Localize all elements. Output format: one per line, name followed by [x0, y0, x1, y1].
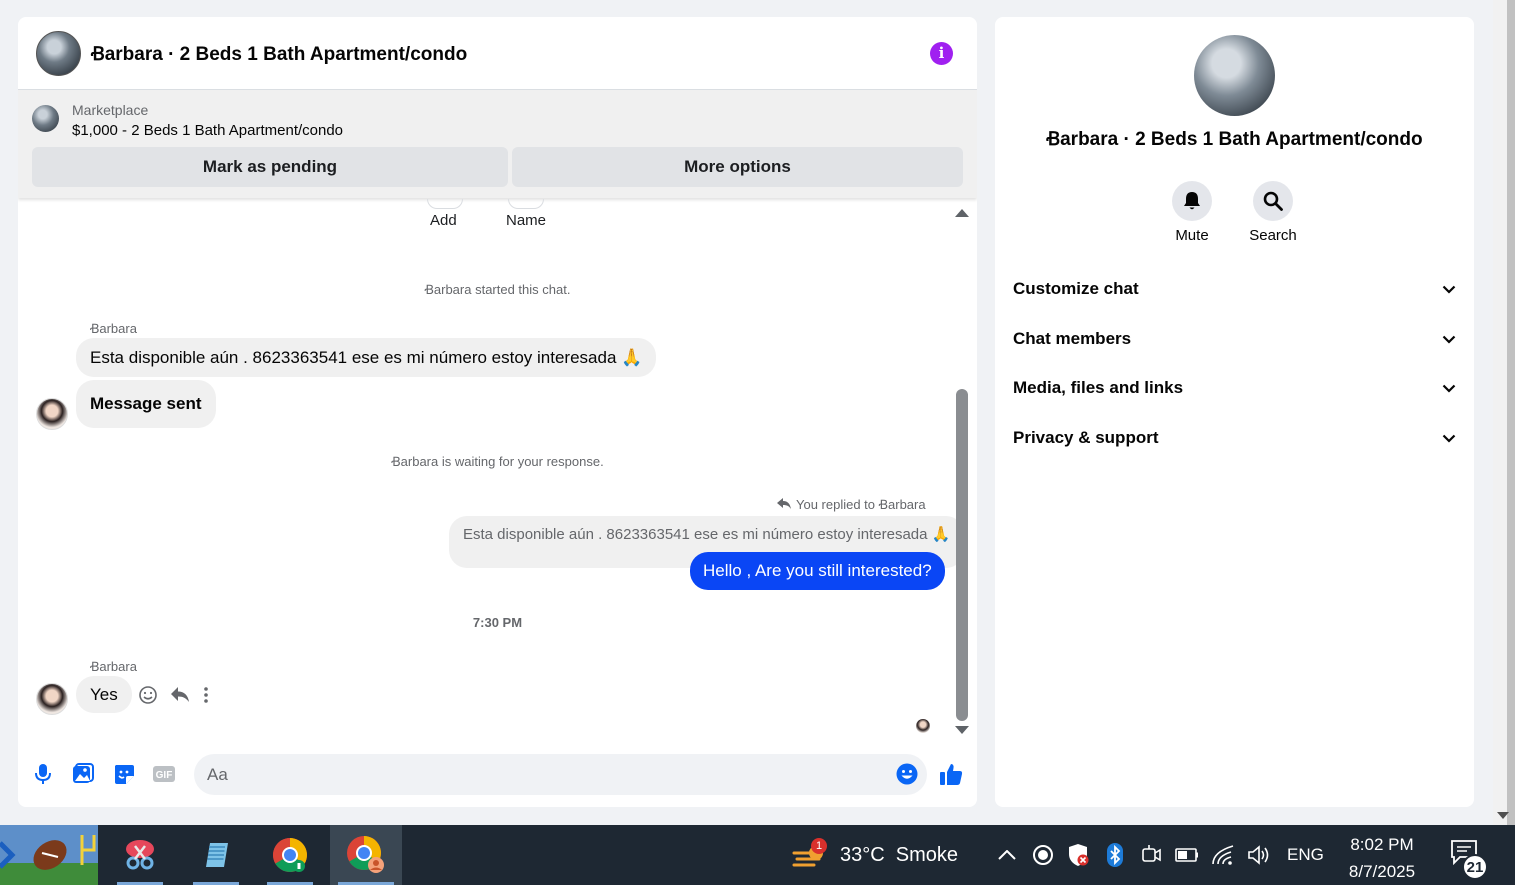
- chevron-down-icon: [1442, 434, 1456, 443]
- notifications-badge: 21: [1462, 854, 1488, 880]
- bluetooth-icon[interactable]: [1103, 843, 1127, 867]
- chat-info-panel: Ꞗarbara · 2 Beds 1 Bath Apartment/condo …: [995, 17, 1474, 807]
- info-avatar[interactable]: [1194, 35, 1275, 116]
- listing-price-title[interactable]: $1,000 - 2 Beds 1 Bath Apartment/condo: [72, 122, 343, 139]
- name-action-circle: [508, 199, 544, 209]
- page-scrollbar[interactable]: [1493, 0, 1515, 825]
- clock-date: 8/7/2025: [1348, 862, 1416, 881]
- incoming-message[interactable]: Esta disponible aún . 8623363541 ese es …: [76, 338, 657, 377]
- section-label: Privacy & support: [1013, 428, 1159, 447]
- incoming-message[interactable]: Yes: [76, 676, 132, 713]
- weather-text[interactable]: 33°C Smoke: [840, 844, 958, 867]
- page-scroll-thumb[interactable]: [1507, 0, 1515, 825]
- listing-bar: Marketplace $1,000 - 2 Beds 1 Bath Apart…: [18, 90, 977, 198]
- sticker-icon[interactable]: [112, 762, 136, 786]
- scroll-thumb[interactable]: [956, 389, 968, 721]
- volume-icon[interactable]: [1247, 843, 1271, 867]
- add-action-circle: [427, 199, 463, 209]
- section-label: Chat members: [1013, 329, 1132, 348]
- chevron-up-icon[interactable]: [995, 843, 1019, 867]
- bell-icon[interactable]: [1172, 181, 1212, 221]
- waiting-notice: Ꞗarbara is waiting for your response.: [391, 454, 604, 469]
- chrome-profile-icon[interactable]: [330, 825, 402, 885]
- message-input[interactable]: [194, 754, 927, 795]
- barbara-avatar[interactable]: [36, 398, 68, 430]
- chevron-down-icon: [1442, 285, 1456, 294]
- section-privacy-support[interactable]: Privacy & support: [1013, 423, 1456, 453]
- section-label: Customize chat: [1013, 279, 1139, 298]
- react-emoji-icon[interactable]: [138, 685, 158, 705]
- page-scroll-down-arrow[interactable]: [1497, 812, 1509, 819]
- notepad-icon[interactable]: [185, 825, 247, 885]
- gif-icon[interactable]: GIF: [152, 762, 176, 786]
- network-icon[interactable]: [1211, 843, 1235, 867]
- section-customize-chat[interactable]: Customize chat: [1013, 274, 1456, 304]
- seen-avatar: [916, 719, 930, 733]
- photo-icon[interactable]: [71, 762, 95, 786]
- section-chat-members[interactable]: Chat members: [1013, 324, 1456, 354]
- info-title[interactable]: Ꞗarbara · 2 Beds 1 Bath Apartment/condo: [995, 125, 1474, 151]
- widgets-game-icon[interactable]: [0, 825, 98, 885]
- like-icon[interactable]: [939, 762, 963, 786]
- section-media-files-links[interactable]: Media, files and links: [1013, 373, 1456, 403]
- search-button[interactable]: Search: [1233, 181, 1313, 244]
- info-icon[interactable]: i: [930, 41, 953, 65]
- scroll-down-arrow[interactable]: [955, 726, 969, 734]
- chat-title[interactable]: Ꞗarbara · 2 Beds 1 Bath Apartment/condo: [91, 40, 930, 66]
- chevron-down-icon: [1442, 335, 1456, 344]
- scroll-up-arrow[interactable]: [955, 209, 969, 217]
- chat-avatar[interactable]: [36, 30, 81, 76]
- mark-as-pending-button[interactable]: Mark as pending: [32, 147, 508, 187]
- search-label: Search: [1249, 227, 1297, 244]
- replied-text: You replied to Ꞗarbara: [796, 497, 926, 512]
- clock[interactable]: 8:02 PM 8/7/2025: [1338, 831, 1426, 885]
- messages-scrollbar[interactable]: [955, 209, 969, 734]
- svg-text:GIF: GIF: [156, 770, 173, 781]
- snipping-tool-icon[interactable]: [109, 825, 171, 885]
- chrome-icon[interactable]: [259, 825, 321, 885]
- security-shield-icon[interactable]: [1066, 843, 1090, 867]
- search-icon[interactable]: [1253, 181, 1293, 221]
- chat-started-notice: Ꞗarbara started this chat.: [424, 282, 571, 297]
- mute-label: Mute: [1175, 227, 1209, 244]
- more-icon[interactable]: [202, 685, 210, 705]
- mute-button[interactable]: Mute: [1152, 181, 1232, 244]
- barbara-avatar[interactable]: [36, 683, 68, 715]
- listing-source: Marketplace: [72, 102, 149, 118]
- microphone-icon[interactable]: [31, 762, 55, 786]
- listing-thumbnail[interactable]: [32, 105, 59, 132]
- outgoing-message[interactable]: Hello , Are you still interested?: [690, 552, 945, 590]
- language-indicator[interactable]: ENG: [1287, 845, 1324, 865]
- chat-panel: Ꞗarbara · 2 Beds 1 Bath Apartment/condo …: [18, 17, 977, 807]
- add-action-label[interactable]: Add: [430, 212, 457, 229]
- chevron-down-icon: [1442, 384, 1456, 393]
- emoji-icon[interactable]: [895, 762, 919, 786]
- message-timestamp: 7:30 PM: [472, 615, 523, 630]
- sender-name: Ꞗarbara: [90, 659, 137, 674]
- replied-label: You replied to Ꞗarbara: [777, 495, 926, 513]
- incoming-message[interactable]: Message sent: [76, 380, 216, 428]
- name-action-label[interactable]: Name: [506, 212, 546, 229]
- taskbar: 1 33°C Smoke ENG 8:02 PM 8/7/2025 21: [0, 825, 1515, 885]
- more-options-button[interactable]: More options: [512, 147, 963, 187]
- record-icon[interactable]: [1031, 843, 1055, 867]
- battery-icon[interactable]: [1175, 843, 1199, 867]
- composer: GIF: [18, 752, 977, 797]
- message-actions: [138, 685, 210, 705]
- clock-time: 8:02 PM: [1350, 835, 1414, 854]
- chat-header: Ꞗarbara · 2 Beds 1 Bath Apartment/condo …: [18, 17, 977, 90]
- weather-badge: 1: [811, 838, 827, 854]
- camera-icon[interactable]: [1139, 843, 1163, 867]
- message-list: Add Name Ꞗarbara started this chat. Ꞗarb…: [18, 199, 977, 739]
- reply-icon[interactable]: [170, 686, 190, 704]
- sender-name: Ꞗarbara: [90, 321, 137, 336]
- section-label: Media, files and links: [1013, 378, 1184, 397]
- reply-icon: [777, 498, 791, 509]
